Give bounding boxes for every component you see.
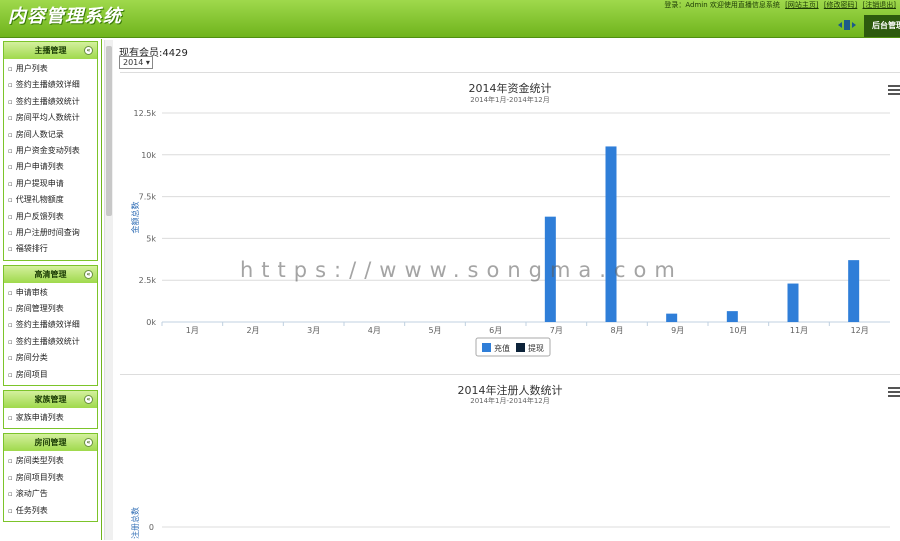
sidebar-item[interactable]: 用户资金变动列表 — [8, 143, 97, 159]
fund-chart: 2014年资金统计 2014年1月-2014年12月 0k 2.5k 5k 7.5k 1… — [120, 72, 900, 374]
x-tick-label: 6月 — [489, 326, 502, 335]
sidebar-group-title: 高清管理 — [34, 269, 67, 279]
y-tick-label: 5k — [146, 234, 156, 243]
scroll-thumb[interactable] — [106, 46, 112, 216]
sidebar-group-header[interactable]: 高清管理 « — [4, 265, 97, 283]
x-tick-label: 7月 — [550, 326, 563, 335]
main-content: 现有会员:4429 2014 ▾ 2014年资金统计 2014年1月-2014年… — [115, 40, 900, 540]
bar — [666, 313, 678, 322]
register-chart: 2014年注册人数统计 2014年1月-2014年12月 0 注册总数 — [120, 374, 900, 540]
sidebar-group-header[interactable]: 主播管理 « — [4, 42, 97, 59]
watermark: https://www.songma.com — [240, 258, 683, 282]
top-info: 登录：Admin 欢迎使用直播信息系统 [网站主页] [修改密码] [注销退出] — [664, 0, 896, 10]
y-axis-label: 金额总数 — [130, 202, 140, 234]
sidebar-group-header[interactable]: 家族管理 « — [4, 391, 97, 409]
y-tick-label: 0k — [146, 318, 156, 327]
sidebar-item[interactable]: 房间项目列表 — [8, 470, 97, 486]
sidebar-item[interactable]: 签约主播绩效详细 — [8, 317, 97, 333]
y-axis-label: 注册总数 — [130, 507, 140, 539]
bar — [787, 283, 799, 322]
sidebar-item[interactable]: 滚动广告 — [8, 486, 97, 502]
x-tick-label: 10月 — [729, 326, 747, 335]
chevron-down-icon: ▾ — [145, 58, 150, 67]
sidebar-group: 家族管理 « 家族申请列表 — [3, 390, 98, 430]
sidebar-item[interactable]: 用户列表 — [8, 61, 97, 77]
y-tick-label: 7.5k — [139, 193, 157, 202]
app-title: 内容管理系统 — [8, 6, 122, 27]
x-tick-label: 3月 — [307, 326, 320, 335]
bar — [726, 311, 738, 322]
sidebar-group: 高清管理 « 申请审核房间管理列表签约主播绩效详细签约主播绩效统计房间分类房间项目 — [3, 264, 98, 387]
sidebar-group: 主播管理 « 用户列表签约主播绩效详细签约主播绩效统计房间平均人数统计房间人数记录用… — [3, 41, 98, 261]
login-text: 登录：Admin 欢迎使用直播信息系统 — [664, 1, 780, 9]
x-tick-label: 4月 — [368, 326, 381, 335]
member-count-value: 4429 — [162, 48, 188, 59]
x-tick-label: 9月 — [671, 326, 684, 335]
x-tick-label: 11月 — [790, 326, 808, 335]
sidebar-item[interactable]: 用户注册时间查询 — [8, 225, 97, 241]
sidebar-group-title: 家族管理 — [34, 395, 67, 405]
sidebar-item[interactable]: 用户申请列表 — [8, 159, 97, 175]
legend-label: 提现 — [528, 343, 544, 353]
x-tick-label: 12月 — [851, 326, 869, 335]
sidebar-item[interactable]: 房间管理列表 — [8, 301, 97, 317]
x-tick-label: 2月 — [246, 326, 259, 335]
sidebar-item[interactable]: 用户反馈列表 — [8, 209, 97, 225]
sidebar-item[interactable]: 签约主播绩效详细 — [8, 77, 97, 93]
logout-link[interactable]: [注销退出] — [863, 1, 896, 9]
sidebar-item[interactable]: 用户提现申请 — [8, 176, 97, 192]
collapse-icon[interactable]: « — [84, 46, 93, 55]
collapse-icon[interactable]: « — [84, 438, 93, 448]
legend-swatch — [516, 343, 525, 352]
x-tick-label: 1月 — [186, 326, 199, 335]
scrollbar[interactable] — [104, 40, 113, 540]
sidebar: 主播管理«用户列表签约主播绩效详细签约主播绩效统计房间平均人数统计房间人数记录用… — [0, 39, 102, 540]
sidebar-group-title: 房间管理 — [34, 438, 67, 448]
sidebar-item[interactable]: 签约主播绩效统计 — [8, 94, 97, 110]
sidebar-item[interactable]: 代理礼物额度 — [8, 192, 97, 208]
bar — [848, 260, 860, 322]
legend-label: 充值 — [494, 343, 510, 353]
header-bar: 内容管理系统 登录：Admin 欢迎使用直播信息系统 [网站主页] [修改密码]… — [0, 0, 900, 38]
register-chart-svg: 0 注册总数 — [130, 507, 890, 539]
sidebar-item[interactable]: 家族申请列表 — [8, 410, 97, 426]
sidebar-item[interactable]: 房间项目 — [8, 367, 97, 383]
sidebar-item[interactable]: 申请审核 — [8, 285, 97, 301]
bar — [605, 146, 617, 322]
sidebar-item[interactable]: 房间人数记录 — [8, 127, 97, 143]
sidebar-item[interactable]: 房间分类 — [8, 350, 97, 366]
sidebar-toggle-icon[interactable] — [838, 19, 856, 31]
year-select[interactable]: 2014 ▾ — [119, 56, 153, 69]
sidebar-item[interactable]: 签约主播绩效统计 — [8, 334, 97, 350]
sidebar-item[interactable]: 房间平均人数统计 — [8, 110, 97, 126]
sidebar-item[interactable]: 房间类型列表 — [8, 453, 97, 469]
collapse-icon[interactable]: « — [84, 395, 93, 405]
x-tick-label: 5月 — [428, 326, 441, 335]
y-tick-label: 10k — [141, 151, 156, 160]
year-select-value: 2014 — [123, 58, 144, 67]
y-tick-label: 12.5k — [134, 109, 157, 118]
legend-swatch — [482, 343, 491, 352]
sidebar-item[interactable]: 任务列表 — [8, 503, 97, 519]
collapse-icon[interactable]: « — [84, 269, 93, 279]
home-link[interactable]: [网站主页] — [785, 1, 818, 9]
sidebar-group-header[interactable]: 房间管理 « — [4, 434, 97, 452]
x-tick-label: 8月 — [610, 326, 623, 335]
y-tick-label: 2.5k — [139, 276, 157, 285]
sidebar-item[interactable]: 福袋排行 — [8, 241, 97, 257]
tab-backend[interactable]: 后台管理 — [864, 15, 900, 37]
sidebar-group: 房间管理 « 房间类型列表房间项目列表滚动广告任务列表 — [3, 433, 98, 522]
sidebar-group-title: 主播管理 — [34, 46, 67, 55]
fund-chart-svg: 0k 2.5k 5k 7.5k 10k 12.5k 金额总数 1月 2月 3月 4月 5月 6月 7月 8月… — [130, 109, 890, 357]
y-tick-label: 0 — [149, 523, 154, 532]
change-password-link[interactable]: [修改密码] — [824, 1, 857, 9]
